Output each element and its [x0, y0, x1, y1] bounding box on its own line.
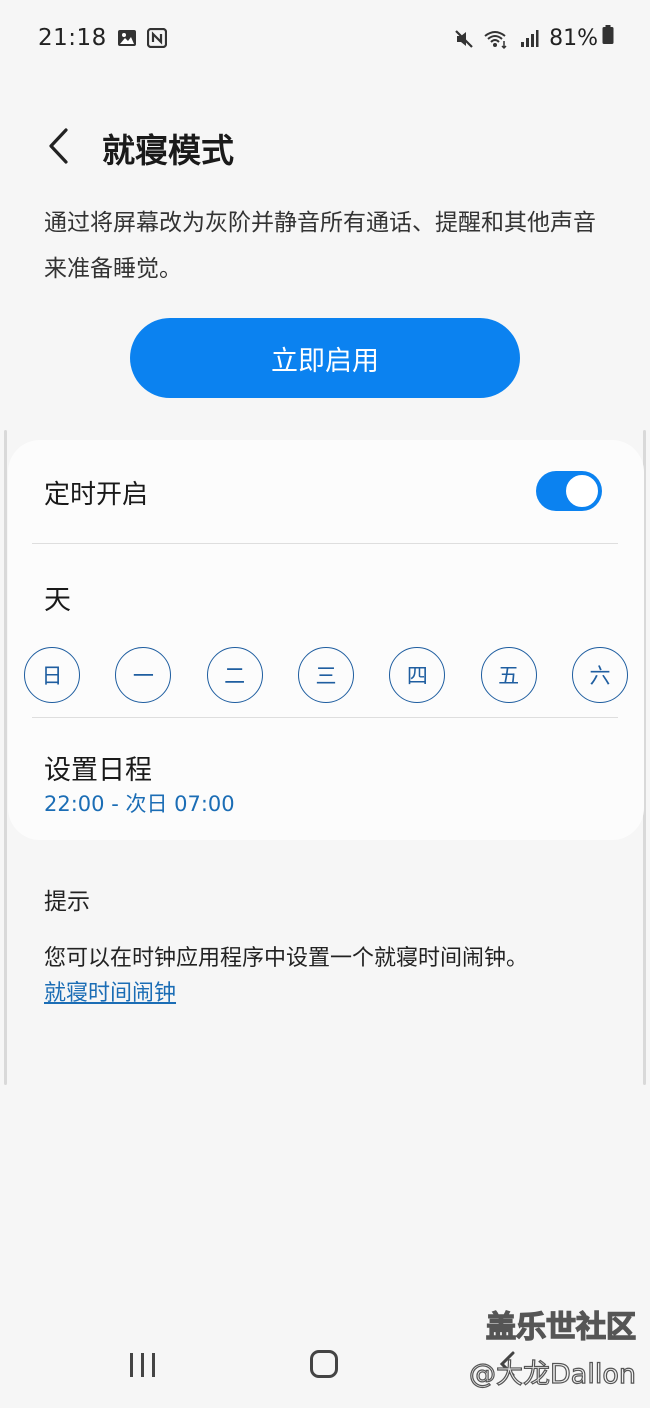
day-chip-saturday[interactable]: 六: [571, 647, 628, 703]
mute-icon: [453, 28, 473, 48]
watermark: 盖乐世社区 @大龙Dallon: [446, 1302, 636, 1391]
status-bar: 21:18 81%: [0, 0, 650, 76]
days-label: 天: [44, 585, 71, 616]
battery-level: 81%: [549, 25, 598, 51]
scheduled-row[interactable]: 定时开启: [8, 440, 644, 544]
nfc-notification-icon: [146, 27, 167, 49]
status-right: 81%: [453, 25, 614, 51]
set-schedule-label[interactable]: 设置日程: [44, 748, 152, 787]
scheduled-toggle[interactable]: [536, 471, 602, 511]
tips-title: 提示: [44, 889, 90, 915]
signal-icon: [519, 28, 539, 48]
page-header: 就寝模式: [0, 118, 650, 178]
recent-apps-icon[interactable]: [128, 1352, 158, 1378]
gallery-notification-icon: [117, 28, 137, 48]
start-now-button[interactable]: 立即启用: [130, 318, 520, 398]
home-icon[interactable]: [310, 1350, 338, 1378]
back-button[interactable]: [38, 126, 78, 170]
day-chip-friday[interactable]: 五: [480, 647, 537, 703]
tips-text: 您可以在时钟应用程序中设置一个就寝时间闹钟。: [44, 946, 529, 971]
watermark-user: @大龙Dallon: [468, 1358, 636, 1390]
day-chip-tuesday[interactable]: 二: [206, 647, 263, 703]
day-chip-monday[interactable]: 一: [115, 647, 172, 703]
schedule-card: 定时开启 天 日 一 二 三 四 五 六 设置日程 22:00 - 次日 07:…: [8, 440, 644, 840]
status-time: 21:18: [38, 25, 107, 51]
day-chip-thursday[interactable]: 四: [389, 647, 446, 703]
scroll-edge-left: [4, 430, 7, 1085]
bedtime-alarm-link[interactable]: 就寝时间闹钟: [44, 975, 176, 1007]
schedule-time-range[interactable]: 22:00 - 次日 07:00: [44, 788, 235, 818]
wifi-icon: [483, 28, 509, 50]
page-title: 就寝模式: [102, 131, 234, 170]
toggle-knob: [563, 472, 601, 510]
status-left: 21:18: [38, 25, 167, 51]
divider: [32, 717, 618, 718]
divider: [32, 543, 618, 544]
mode-description: 通过将屏幕改为灰阶并静音所有通话、提醒和其他声音来准备睡觉。: [44, 210, 596, 282]
watermark-brand: 盖乐世社区: [485, 1309, 636, 1345]
days-selector: 日 一 二 三 四 五 六: [24, 647, 628, 703]
battery-indicator: 81%: [549, 25, 614, 51]
day-chip-wednesday[interactable]: 三: [297, 647, 354, 703]
battery-icon: [602, 25, 614, 51]
chevron-left-icon: [46, 127, 70, 169]
scheduled-label: 定时开启: [44, 479, 149, 510]
day-chip-sunday[interactable]: 日: [24, 647, 80, 703]
